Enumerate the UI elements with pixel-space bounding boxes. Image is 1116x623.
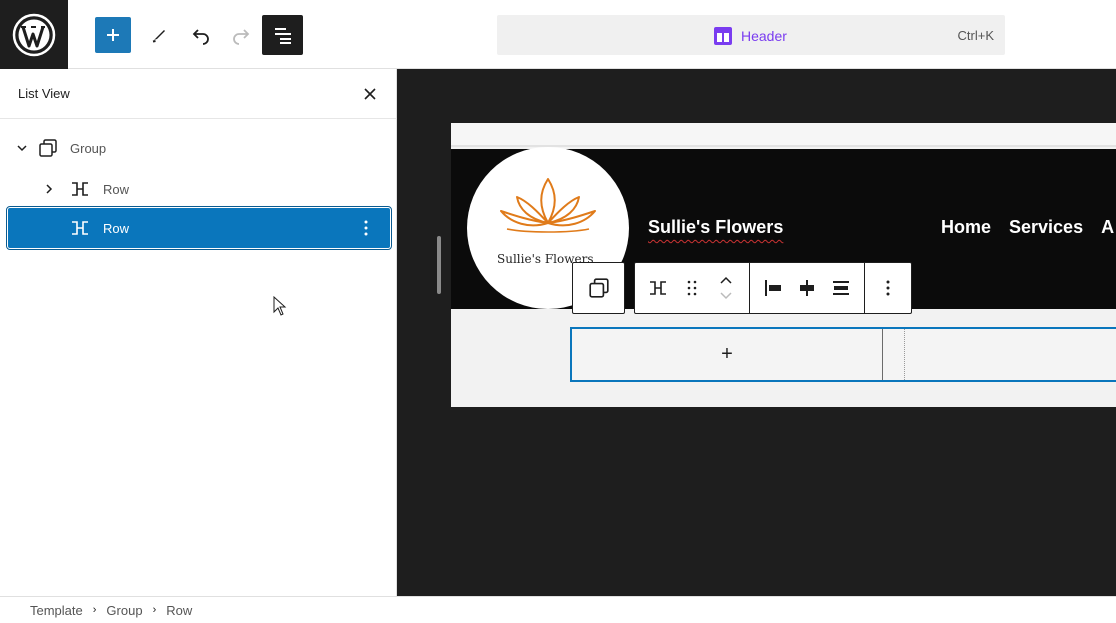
document-title-label: Header [741,28,787,44]
document-title: Header [713,26,787,46]
site-title[interactable]: Sullie's Flowers [648,217,783,238]
wordpress-logo-icon[interactable] [0,0,68,69]
row-icon [70,218,90,238]
close-list-view-button[interactable] [359,83,381,105]
mouse-cursor-icon [273,295,287,321]
block-toolbar-main [634,262,912,314]
frame-top-strip [451,123,1116,147]
list-view-item-group[interactable]: Group [8,128,390,168]
block-appender-button[interactable]: + [572,329,883,380]
redo-button[interactable] [223,16,259,54]
chevron-down-icon[interactable] [719,292,733,300]
list-view-item-row[interactable]: Row [8,169,390,209]
navigation: Home Services A [941,217,1114,238]
editor-header: Header Ctrl+K [0,0,1116,69]
more-vertical-icon[interactable] [356,218,376,238]
select-parent-button[interactable] [572,262,625,314]
chevron-right-icon: › [92,604,97,616]
breadcrumb-row: Row [166,602,193,618]
list-view-item-row-selected[interactable]: Row [6,206,392,250]
row-icon [70,179,90,199]
template-part-icon [714,27,732,45]
breadcrumb-group[interactable]: Group [106,603,142,618]
list-view-item-label: Row [103,181,130,197]
block-type-segment [635,263,750,313]
undo-button[interactable] [183,16,219,54]
justify-space-between-icon[interactable] [826,270,856,306]
lotus-logo-icon [500,178,596,233]
group-icon [38,138,58,158]
justify-center-icon[interactable] [792,270,822,306]
plus-icon: + [721,343,733,365]
nav-item-more[interactable]: A [1101,217,1114,238]
chevron-right-icon: › [152,604,157,616]
plus-icon [107,29,119,41]
sidebar-title: List View [18,86,70,101]
command-shortcut: Ctrl+K [957,28,994,43]
nav-item-services[interactable]: Services [1009,217,1083,238]
pencil-icon [152,30,165,43]
selected-row-block[interactable]: + [570,327,1116,382]
justify-left-icon[interactable] [758,270,788,306]
block-toolbar [572,262,912,314]
justification-segment [750,263,865,313]
chevron-down-icon[interactable] [16,142,28,154]
redo-icon [233,29,250,45]
options-segment [865,263,911,313]
add-block-button[interactable] [95,17,131,53]
list-view-sidebar: List View Group Row Row [0,69,397,596]
chevron-up-icon[interactable] [719,276,733,284]
resize-handle[interactable] [437,236,441,294]
close-icon [364,88,376,100]
sidebar-header: List View [0,69,396,119]
tools-button[interactable] [141,16,177,54]
nav-item-home[interactable]: Home [941,217,991,238]
undo-icon [192,29,209,45]
row-divider [904,329,905,380]
group-icon [588,278,609,298]
list-view-item-label: Group [70,140,107,156]
list-view-button[interactable] [262,15,303,55]
drag-handle-icon[interactable] [677,270,707,306]
list-view-icon [274,28,291,44]
block-breadcrumb: Template › Group › Row [0,596,1116,623]
row-icon[interactable] [643,270,673,306]
chevron-right-icon[interactable] [43,183,55,195]
move-buttons [711,270,741,306]
command-palette-bar[interactable]: Header Ctrl+K [497,15,1005,55]
more-vertical-icon[interactable] [873,270,903,306]
list-view-item-label: Row [103,220,130,236]
breadcrumb-template[interactable]: Template [30,603,83,618]
